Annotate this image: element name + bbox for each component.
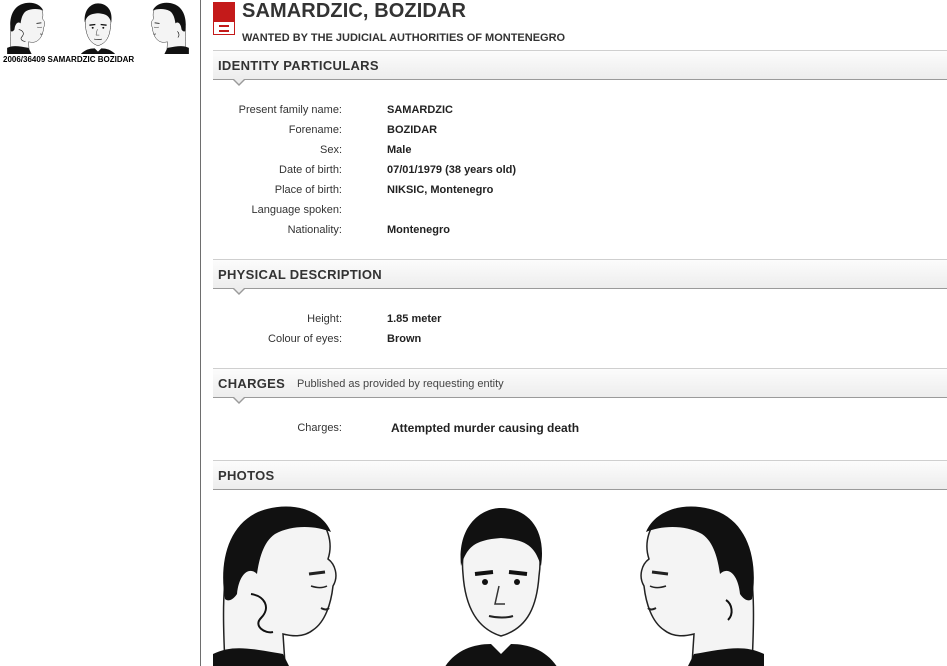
field-label: Sex:: [319, 144, 342, 156]
main-content: SAMARDZIC, BOZIDAR WANTED BY THE JUDICIA…: [213, 0, 947, 490]
photo-profile-right[interactable]: [634, 504, 764, 666]
field-label: Charges:: [297, 422, 342, 434]
page-subtitle: WANTED BY THE JUDICIAL AUTHORITIES OF MO…: [242, 32, 566, 44]
field-value: BOZIDAR: [387, 124, 438, 136]
charges-value: Attempted murder causing death: [391, 421, 580, 435]
identity-section-header: IDENTITY PARTICULARS: [213, 50, 947, 86]
interpol-red-notice-icon: [213, 2, 235, 35]
thumbnail-strip: [0, 0, 200, 55]
field-label: Date of birth:: [279, 164, 342, 176]
thumbnail-caption[interactable]: 2006/36409 SAMARDZIC BOZIDAR: [3, 55, 200, 64]
field-label: Place of birth:: [274, 184, 342, 196]
identity-row: Language spoken:: [213, 204, 913, 218]
field-label: Language spoken:: [251, 204, 342, 216]
field-value: 1.85 meter: [387, 313, 442, 325]
photo-front[interactable]: [441, 504, 561, 666]
thumbnail-profile-left[interactable]: [2, 2, 52, 54]
charges-subheading: Published as provided by requesting enti…: [297, 378, 504, 390]
page-title: SAMARDZIC, BOZIDAR: [242, 0, 467, 22]
identity-row: Nationality: Montenegro: [213, 224, 913, 238]
physical-row: Colour of eyes: Brown: [213, 333, 913, 347]
identity-row: Date of birth: 07/01/1979 (38 years old): [213, 164, 913, 178]
field-label: Nationality:: [287, 224, 342, 236]
identity-row: Place of birth: NIKSIC, Montenegro: [213, 184, 913, 198]
field-value: SAMARDZIC: [387, 104, 453, 116]
field-value: Male: [387, 144, 412, 156]
field-label: Present family name:: [238, 104, 342, 116]
thumbnail-front[interactable]: [73, 2, 123, 54]
identity-rows: Present family name: SAMARDZIC Forename: B…: [213, 80, 947, 259]
identity-row: Present family name: SAMARDZIC: [213, 104, 913, 118]
sidebar: 2006/36409 SAMARDZIC BOZIDAR: [0, 0, 201, 666]
charges-section-header: CHARGES Published as provided by request…: [213, 368, 947, 404]
notice-header: SAMARDZIC, BOZIDAR WANTED BY THE JUDICIA…: [213, 0, 947, 50]
photos-heading: PHOTOS: [218, 468, 275, 483]
field-label: Forename:: [288, 124, 342, 136]
identity-heading: IDENTITY PARTICULARS: [218, 58, 379, 73]
physical-heading: PHYSICAL DESCRIPTION: [218, 267, 382, 282]
physical-section-header: PHYSICAL DESCRIPTION: [213, 259, 947, 295]
photo-profile-left[interactable]: [213, 504, 343, 666]
thumbnail-profile-right[interactable]: [144, 2, 194, 54]
field-value: Brown: [387, 333, 422, 345]
identity-row: Forename: BOZIDAR: [213, 124, 913, 138]
charges-heading: CHARGES: [218, 376, 286, 391]
physical-row: Height: 1.85 meter: [213, 313, 913, 327]
identity-row: Sex: Male: [213, 144, 913, 158]
photos-gallery: [213, 504, 947, 666]
charges-row: Charges: Attempted murder causing death: [213, 421, 913, 438]
field-label: Colour of eyes:: [268, 333, 342, 345]
charges-rows: Charges: Attempted murder causing death: [213, 398, 947, 460]
photos-section-header: PHOTOS: [213, 460, 947, 490]
field-value: Montenegro: [387, 224, 450, 236]
field-label: Height:: [307, 313, 342, 325]
physical-rows: Height: 1.85 meter Colour of eyes: Brown: [213, 289, 947, 368]
field-value: 07/01/1979 (38 years old): [387, 164, 517, 176]
field-value: NIKSIC, Montenegro: [387, 184, 494, 196]
